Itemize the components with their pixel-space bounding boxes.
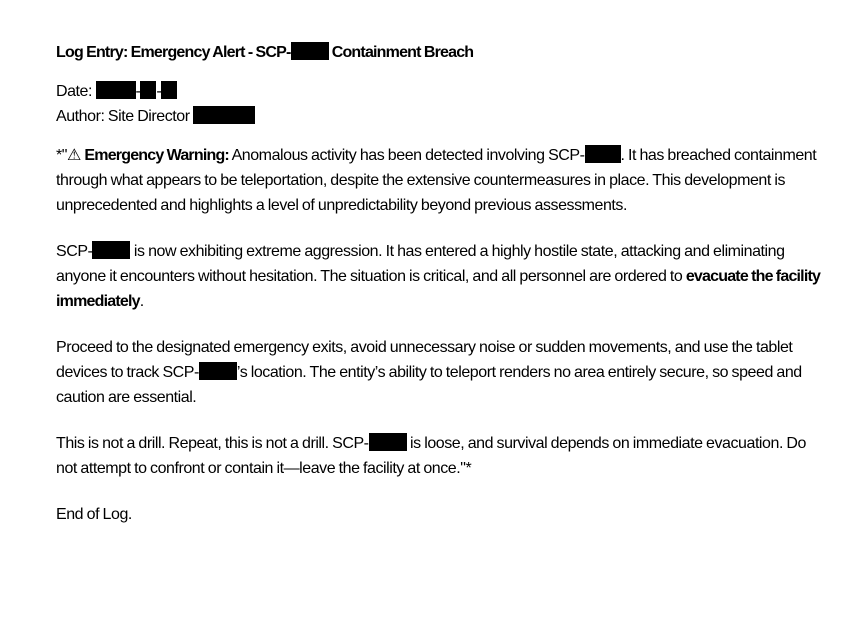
log-meta: Date: -- Author: Site Director [56,79,826,129]
paragraph-text: SCP- [56,243,93,260]
author-line: Author: Site Director [56,104,826,129]
redaction-bar [193,106,256,124]
redaction-bar [584,145,621,163]
redaction-bar [95,81,136,99]
redaction-bar [198,362,237,380]
redaction-bar [368,433,407,451]
instructions-paragraph: Proceed to the designated emergency exit… [56,335,826,410]
paragraph-text: is now exhibiting extreme aggression. It… [56,243,785,285]
end-of-log: End of Log. [56,506,132,523]
title-prefix: Log Entry: Emergency Alert - SCP- [56,44,291,61]
redaction-bar [161,81,178,99]
date-line: Date: -- [56,79,826,104]
author-label: Author: Site Director [56,108,194,125]
log-title: Log Entry: Emergency Alert - SCP- Contai… [56,40,826,65]
redaction-bar [140,81,157,99]
paragraph-text: . [139,293,144,310]
paragraph-text: This is not a drill. Repeat, this is not… [56,435,369,452]
warning-paragraph: *"⚠ Emergency Warning: Anomalous activit… [56,143,826,218]
aggression-paragraph: SCP- is now exhibiting extreme aggressio… [56,239,826,314]
redaction-bar [92,241,131,259]
redaction-bar [290,42,329,60]
paragraph-text: Anomalous activity has been detected inv… [228,147,585,164]
title-suffix: Containment Breach [328,44,474,61]
warning-lead: *"⚠ [56,147,85,164]
date-label: Date: [56,83,96,100]
log-document: Log Entry: Emergency Alert - SCP- Contai… [56,40,826,527]
warning-label: Emergency Warning: [84,147,229,164]
drill-paragraph: This is not a drill. Repeat, this is not… [56,431,826,481]
